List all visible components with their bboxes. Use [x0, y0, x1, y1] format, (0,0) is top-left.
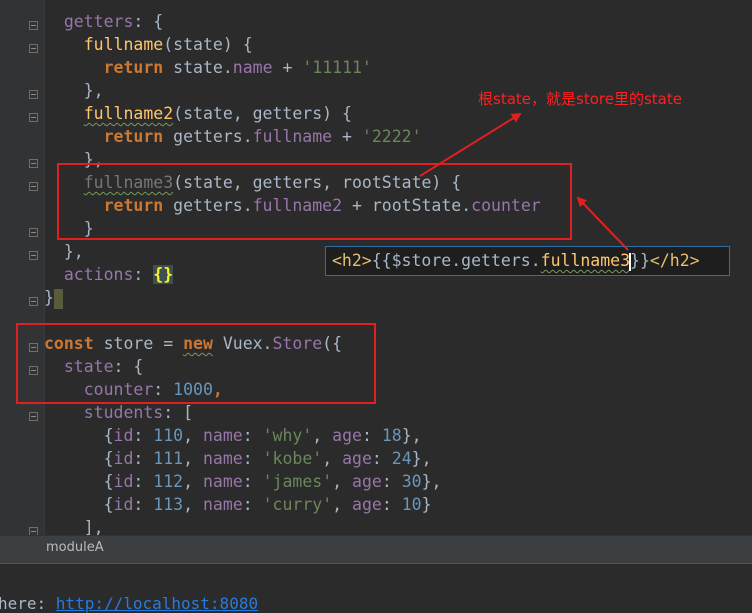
fullname-function: fullname: [83, 35, 164, 54]
cursor-block: [53, 288, 63, 309]
code-line[interactable]: fullname2(state, getters) {: [44, 102, 352, 125]
code-editor[interactable]: getters: { fullname(state) { return stat…: [0, 0, 752, 535]
code-line[interactable]: students: [: [44, 401, 193, 424]
code-line[interactable]: },: [44, 79, 104, 102]
actions-key: actions: [63, 265, 134, 284]
arrow-from-popup: [576, 196, 629, 251]
breadcrumb-bar: moduleA: [0, 535, 752, 563]
fold-marker-icon[interactable]: [29, 44, 38, 53]
fold-marker-icon[interactable]: [29, 297, 38, 306]
matched-braces: {}: [153, 265, 174, 284]
fold-marker-icon[interactable]: [29, 251, 38, 260]
code-line[interactable]: return state.name + '11111': [44, 56, 372, 79]
highlight-box-fullname3: [57, 163, 572, 240]
terminal-panel[interactable]: here: http://localhost:8080: [0, 563, 752, 613]
line-gutter: [0, 0, 44, 535]
code-line[interactable]: fullname(state) {: [44, 33, 253, 56]
fold-marker-icon[interactable]: [29, 228, 38, 237]
terminal-line: here: http://localhost:8080: [0, 594, 259, 613]
code-line[interactable]: }: [44, 286, 63, 309]
code-line[interactable]: {id: 110, name: 'why', age: 18},: [44, 424, 422, 447]
fullname2-function: fullname2: [83, 104, 174, 123]
fold-marker-icon[interactable]: [29, 113, 38, 122]
students-key: students: [83, 403, 164, 422]
fold-marker-icon[interactable]: [29, 21, 38, 30]
fold-marker-icon[interactable]: [29, 527, 38, 535]
code-line[interactable]: return getters.fullname + '2222': [44, 125, 422, 148]
code-line[interactable]: },: [44, 240, 84, 263]
fold-marker-icon[interactable]: [29, 159, 38, 168]
fold-marker-icon[interactable]: [29, 412, 38, 421]
getters-key: getters: [63, 12, 134, 31]
template-preview-popup: <h2>{{$store.getters.fullname3}}</h2>: [325, 246, 730, 276]
code-line[interactable]: {id: 111, name: 'kobe', age: 24},: [44, 447, 432, 470]
code-line[interactable]: getters: {: [44, 10, 163, 33]
highlight-box-state: [16, 323, 376, 404]
localhost-link[interactable]: http://localhost:8080: [56, 594, 258, 613]
breadcrumb[interactable]: moduleA: [46, 540, 104, 555]
fold-marker-icon[interactable]: [29, 90, 38, 99]
code-line[interactable]: actions: {}: [44, 263, 174, 286]
code-line[interactable]: {id: 112, name: 'james', age: 30},: [44, 470, 442, 493]
annotation-text: 根state，就是store里的state: [478, 90, 682, 108]
code-line[interactable]: ],: [44, 516, 104, 535]
code-line[interactable]: {id: 113, name: 'curry', age: 10}: [44, 493, 432, 516]
fold-marker-icon[interactable]: [29, 182, 38, 191]
